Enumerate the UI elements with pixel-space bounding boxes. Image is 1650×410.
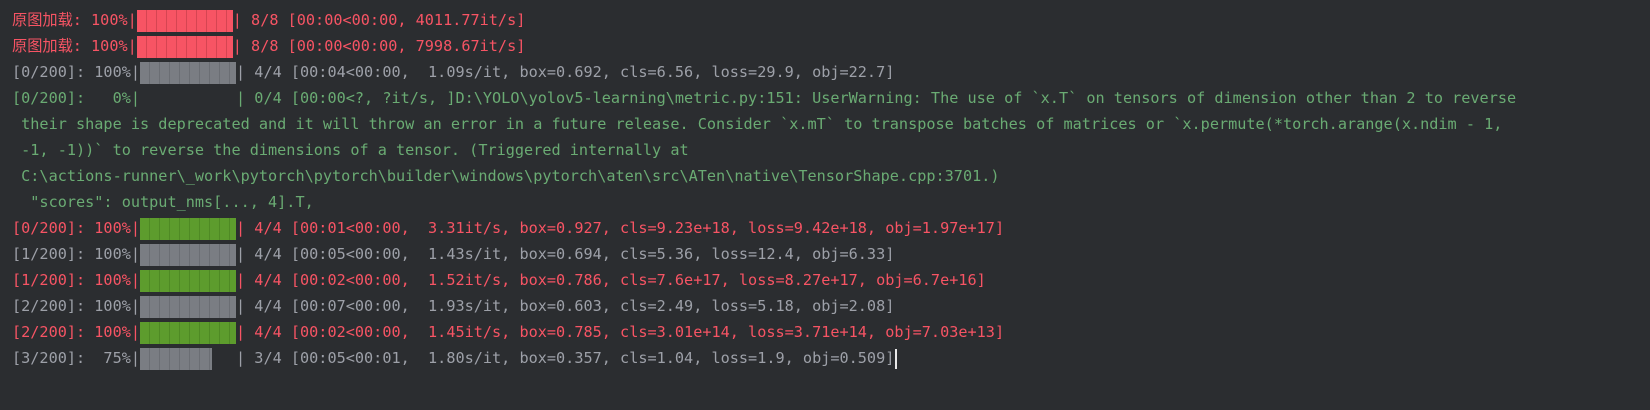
progress-prefix: [2/200]: 100%| bbox=[12, 323, 141, 341]
progress-line: [3/200]: 75%| | 3/4 [00:05<00:01, 1.80s/… bbox=[12, 345, 898, 372]
progress-suffix: | 8/8 [00:00<00:00, 7998.67it/s] bbox=[232, 37, 526, 55]
progress-line: [1/200]: 100%| | 4/4 [00:05<00:00, 1.43s… bbox=[12, 241, 894, 268]
progress-suffix: | 4/4 [00:01<00:00, 3.31it/s, box=0.927,… bbox=[236, 219, 1005, 237]
progress-bar bbox=[140, 61, 237, 84]
progress-prefix: 原图加载: 100%| bbox=[12, 37, 137, 55]
progress-prefix: [0/200]: 100%| bbox=[12, 219, 141, 237]
progress-suffix: | 4/4 [00:02<00:00, 1.45it/s, box=0.785,… bbox=[236, 323, 1005, 341]
progress-bar bbox=[140, 269, 237, 292]
progress-bar bbox=[140, 347, 236, 370]
progress-suffix: | 4/4 [00:04<00:00, 1.09s/it, box=0.692,… bbox=[236, 63, 895, 81]
progress-bar bbox=[136, 9, 233, 32]
progress-prefix: [3/200]: 75%| bbox=[12, 349, 141, 367]
progress-line: [2/200]: 100%| | 4/4 [00:07<00:00, 1.93s… bbox=[12, 293, 894, 320]
warning-line: -1, -1))` to reverse the dimensions of a… bbox=[12, 137, 689, 164]
warning-line: [0/200]: 0%| | 0/4 [00:00<?, ?it/s, ]D:\… bbox=[12, 85, 1516, 112]
terminal-output[interactable]: 原图加载: 100%| | 8/8 [00:00<00:00, 4011.77i… bbox=[0, 0, 1650, 410]
progress-prefix: [0/200]: 0%| bbox=[12, 89, 141, 107]
progress-suffix: | 4/4 [00:02<00:00, 1.52it/s, box=0.786,… bbox=[236, 271, 986, 289]
progress-suffix: | 3/4 [00:05<00:01, 1.80s/it, box=0.357,… bbox=[236, 349, 895, 367]
warning-text: their shape is deprecated and it will th… bbox=[12, 115, 1503, 133]
progress-bar bbox=[140, 295, 237, 318]
warning-line: their shape is deprecated and it will th… bbox=[12, 111, 1502, 138]
progress-line: [2/200]: 100%| | 4/4 [00:02<00:00, 1.45i… bbox=[12, 319, 1004, 346]
progress-bar bbox=[140, 243, 237, 266]
progress-bar bbox=[140, 88, 236, 110]
warning-text: | 0/4 [00:00<?, ?it/s, ]D:\YOLO\yolov5-l… bbox=[236, 89, 1517, 107]
progress-prefix: [2/200]: 100%| bbox=[12, 297, 141, 315]
text-cursor bbox=[895, 348, 898, 369]
progress-bar bbox=[140, 217, 237, 240]
warning-text: C:\actions-runner\_work\pytorch\pytorch\… bbox=[12, 167, 1000, 185]
progress-prefix: [1/200]: 100%| bbox=[12, 245, 141, 263]
progress-line: [0/200]: 100%| | 4/4 [00:01<00:00, 3.31i… bbox=[12, 215, 1004, 242]
warning-text: "scores": output_nms[..., 4].T, bbox=[12, 193, 314, 211]
progress-prefix: 原图加载: 100%| bbox=[12, 11, 137, 29]
progress-prefix: [1/200]: 100%| bbox=[12, 271, 141, 289]
progress-line: [0/200]: 100%| | 4/4 [00:04<00:00, 1.09s… bbox=[12, 59, 894, 86]
warning-line: "scores": output_nms[..., 4].T, bbox=[12, 189, 314, 216]
progress-line: [1/200]: 100%| | 4/4 [00:02<00:00, 1.52i… bbox=[12, 267, 986, 294]
progress-suffix: | 8/8 [00:00<00:00, 4011.77it/s] bbox=[232, 11, 526, 29]
progress-bar bbox=[140, 321, 237, 344]
warning-line: C:\actions-runner\_work\pytorch\pytorch\… bbox=[12, 163, 1000, 190]
warning-text: -1, -1))` to reverse the dimensions of a… bbox=[12, 141, 689, 159]
progress-bar bbox=[136, 35, 233, 58]
progress-suffix: | 4/4 [00:05<00:00, 1.43s/it, box=0.694,… bbox=[236, 245, 895, 263]
progress-line: 原图加载: 100%| | 8/8 [00:00<00:00, 4011.77i… bbox=[12, 7, 525, 34]
progress-line: 原图加载: 100%| | 8/8 [00:00<00:00, 7998.67i… bbox=[12, 33, 525, 60]
progress-prefix: [0/200]: 100%| bbox=[12, 63, 141, 81]
progress-suffix: | 4/4 [00:07<00:00, 1.93s/it, box=0.603,… bbox=[236, 297, 895, 315]
